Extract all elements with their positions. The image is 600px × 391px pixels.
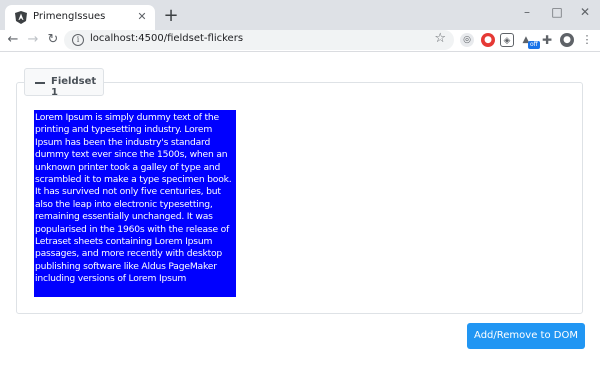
tab-strip: PrimengIssues ✕ + – □ ✕ — [0, 0, 600, 30]
ublock-icon[interactable]: ● — [481, 33, 495, 47]
profile-icon[interactable]: ● — [560, 33, 574, 47]
fieldset-legend[interactable]: Fieldset 1 — [24, 68, 104, 98]
reload-icon[interactable]: ↻ — [44, 31, 62, 49]
close-tab-icon[interactable]: ✕ — [135, 10, 149, 24]
tab-title: PrimengIssues — [33, 11, 106, 22]
minus-icon[interactable] — [35, 82, 45, 84]
menu-icon[interactable]: ⋮ — [580, 33, 594, 47]
address-bar[interactable]: i localhost:4500/fieldset-flickers ☆ — [64, 30, 454, 50]
maximize-icon[interactable]: □ — [542, 2, 572, 22]
browser-toolbar: ← → ↻ i localhost:4500/fieldset-flickers… — [0, 30, 600, 52]
forward-icon[interactable]: → — [24, 31, 42, 49]
minimize-icon[interactable]: – — [512, 2, 542, 22]
new-tab-button[interactable]: + — [163, 7, 179, 25]
add-remove-button[interactable]: Add/Remove to DOM — [467, 323, 585, 349]
close-window-icon[interactable]: ✕ — [570, 2, 600, 22]
bookmark-star-icon[interactable]: ☆ — [434, 31, 446, 46]
extension-badge: off — [528, 41, 540, 49]
info-icon[interactable]: i — [72, 34, 84, 46]
angular-icon — [15, 11, 27, 24]
url-text[interactable]: localhost:4500/fieldset-flickers — [90, 33, 243, 44]
shield-icon[interactable]: ◈ — [500, 33, 514, 47]
back-icon[interactable]: ← — [4, 31, 22, 49]
camera-icon[interactable]: ◎ — [460, 33, 474, 47]
puzzle-icon[interactable]: ✚ — [540, 33, 554, 47]
browser-tab[interactable]: PrimengIssues ✕ — [5, 5, 155, 30]
fieldset-content: Lorem Ipsum is simply dummy text of the … — [34, 110, 236, 297]
fieldset-legend-label[interactable]: Fieldset 1 — [51, 76, 103, 98]
